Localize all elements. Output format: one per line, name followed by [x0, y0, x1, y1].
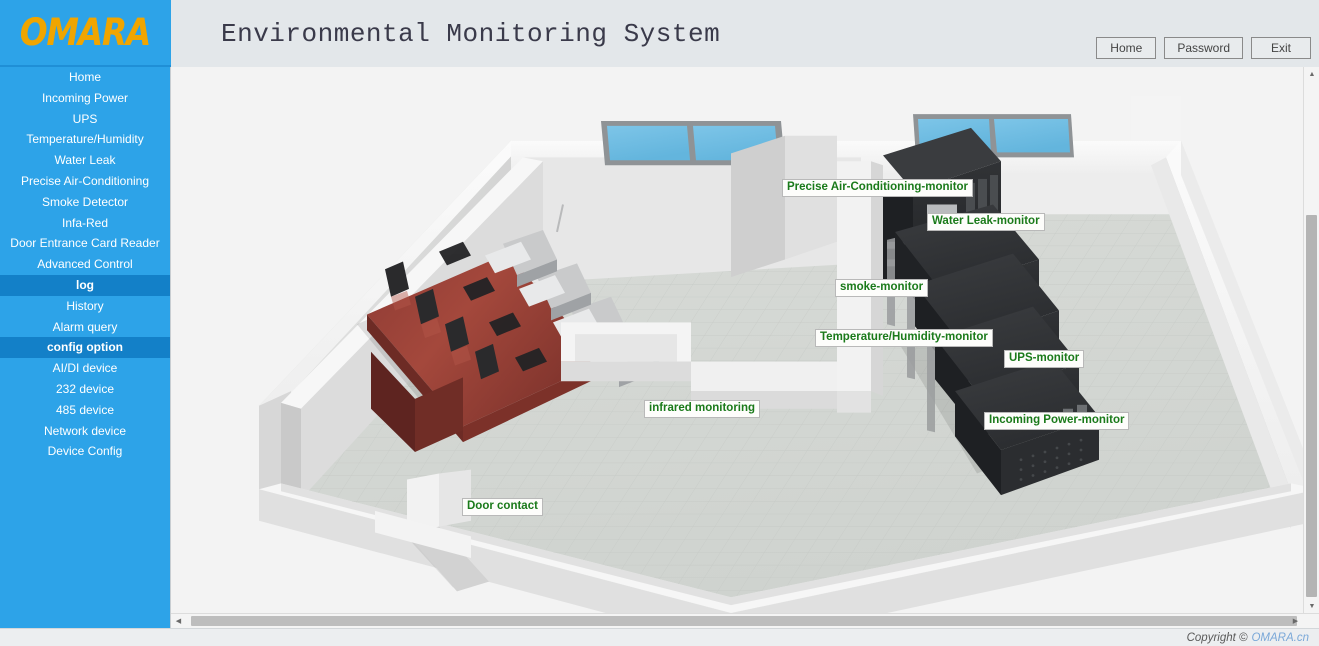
body-container: HomeIncoming PowerUPSTemperature/Humidit…: [0, 67, 1319, 628]
brand-logo[interactable]: OMARA: [0, 0, 171, 67]
horizontal-scrollbar-thumb[interactable]: [191, 616, 1297, 626]
sidebar-section-log[interactable]: log: [0, 275, 170, 296]
sidebar-item-infa-red[interactable]: Infa-Red: [0, 213, 170, 234]
page-title: Environmental Monitoring System: [171, 0, 1096, 67]
sidebar-item-temperature-humidity[interactable]: Temperature/Humidity: [0, 129, 170, 150]
home-button[interactable]: Home: [1096, 37, 1156, 59]
interior-closet: [561, 322, 691, 381]
sidebar-item-precise-air-conditioning[interactable]: Precise Air-Conditioning: [0, 171, 170, 192]
main-content: Precise Air-Conditioning-monitor Water L…: [171, 67, 1319, 628]
label-precise-air-conditioning-monitor[interactable]: Precise Air-Conditioning-monitor: [782, 179, 973, 197]
label-ups-monitor[interactable]: UPS-monitor: [1004, 350, 1084, 368]
sidebar-item-alarm-query[interactable]: Alarm query: [0, 317, 170, 338]
sidebar-item-network-device[interactable]: Network device: [0, 421, 170, 442]
sidebar-item-ups[interactable]: UPS: [0, 109, 170, 130]
scroll-left-arrow-icon[interactable]: ◀: [171, 614, 186, 627]
sidebar-item-incoming-power[interactable]: Incoming Power: [0, 88, 170, 109]
label-door-contact[interactable]: Door contact: [462, 498, 543, 516]
logo-text: OMARA: [20, 11, 150, 55]
vertical-scrollbar-thumb[interactable]: [1306, 215, 1317, 597]
sidebar-item-history[interactable]: History: [0, 296, 170, 317]
sidebar-item-ai-di-device[interactable]: AI/DI device: [0, 358, 170, 379]
horizontal-scrollbar[interactable]: ◀ ▶: [171, 613, 1319, 628]
label-incoming-power-monitor[interactable]: Incoming Power-monitor: [984, 412, 1129, 430]
floor-plan-scene: Precise Air-Conditioning-monitor Water L…: [171, 67, 1319, 613]
label-water-leak-monitor[interactable]: Water Leak-monitor: [927, 213, 1045, 231]
sidebar-navigation: HomeIncoming PowerUPSTemperature/Humidit…: [0, 67, 171, 628]
exit-button[interactable]: Exit: [1251, 37, 1311, 59]
scroll-right-arrow-icon[interactable]: ▶: [1288, 614, 1303, 627]
label-smoke-monitor[interactable]: smoke-monitor: [835, 279, 928, 297]
header-button-group: Home Password Exit: [1096, 37, 1319, 61]
sidebar-item-water-leak[interactable]: Water Leak: [0, 150, 170, 171]
sidebar-item-door-entrance-card-reader[interactable]: Door Entrance Card Reader: [0, 233, 170, 254]
sidebar-item-485-device[interactable]: 485 device: [0, 400, 170, 421]
sidebar-item-home[interactable]: Home: [0, 67, 170, 88]
floor-plan-illustration: [171, 67, 1319, 613]
sidebar-item-232-device[interactable]: 232 device: [0, 379, 170, 400]
copyright-text: Copyright ©: [1187, 632, 1248, 644]
sidebar-filler: [0, 462, 170, 628]
application-window: OMARA Environmental Monitoring System Ho…: [0, 0, 1319, 646]
sidebar-item-advanced-control[interactable]: Advanced Control: [0, 254, 170, 275]
app-footer: Copyright © OMARA.cn: [0, 628, 1319, 646]
scroll-up-arrow-icon[interactable]: ▲: [1304, 67, 1319, 81]
sidebar-item-device-config[interactable]: Device Config: [0, 441, 170, 462]
label-infrared-monitoring[interactable]: infrared monitoring: [644, 400, 760, 418]
vertical-scrollbar[interactable]: ▲ ▼: [1303, 67, 1319, 613]
scroll-down-arrow-icon[interactable]: ▼: [1304, 599, 1319, 613]
floor-plan-viewport[interactable]: Precise Air-Conditioning-monitor Water L…: [171, 67, 1319, 613]
brand-link[interactable]: OMARA.cn: [1251, 632, 1309, 644]
password-button[interactable]: Password: [1164, 37, 1243, 59]
sidebar-section-config-option[interactable]: config option: [0, 337, 170, 358]
app-header: OMARA Environmental Monitoring System Ho…: [0, 0, 1319, 67]
label-temperature-humidity-monitor[interactable]: Temperature/Humidity-monitor: [815, 329, 993, 347]
sidebar-item-smoke-detector[interactable]: Smoke Detector: [0, 192, 170, 213]
